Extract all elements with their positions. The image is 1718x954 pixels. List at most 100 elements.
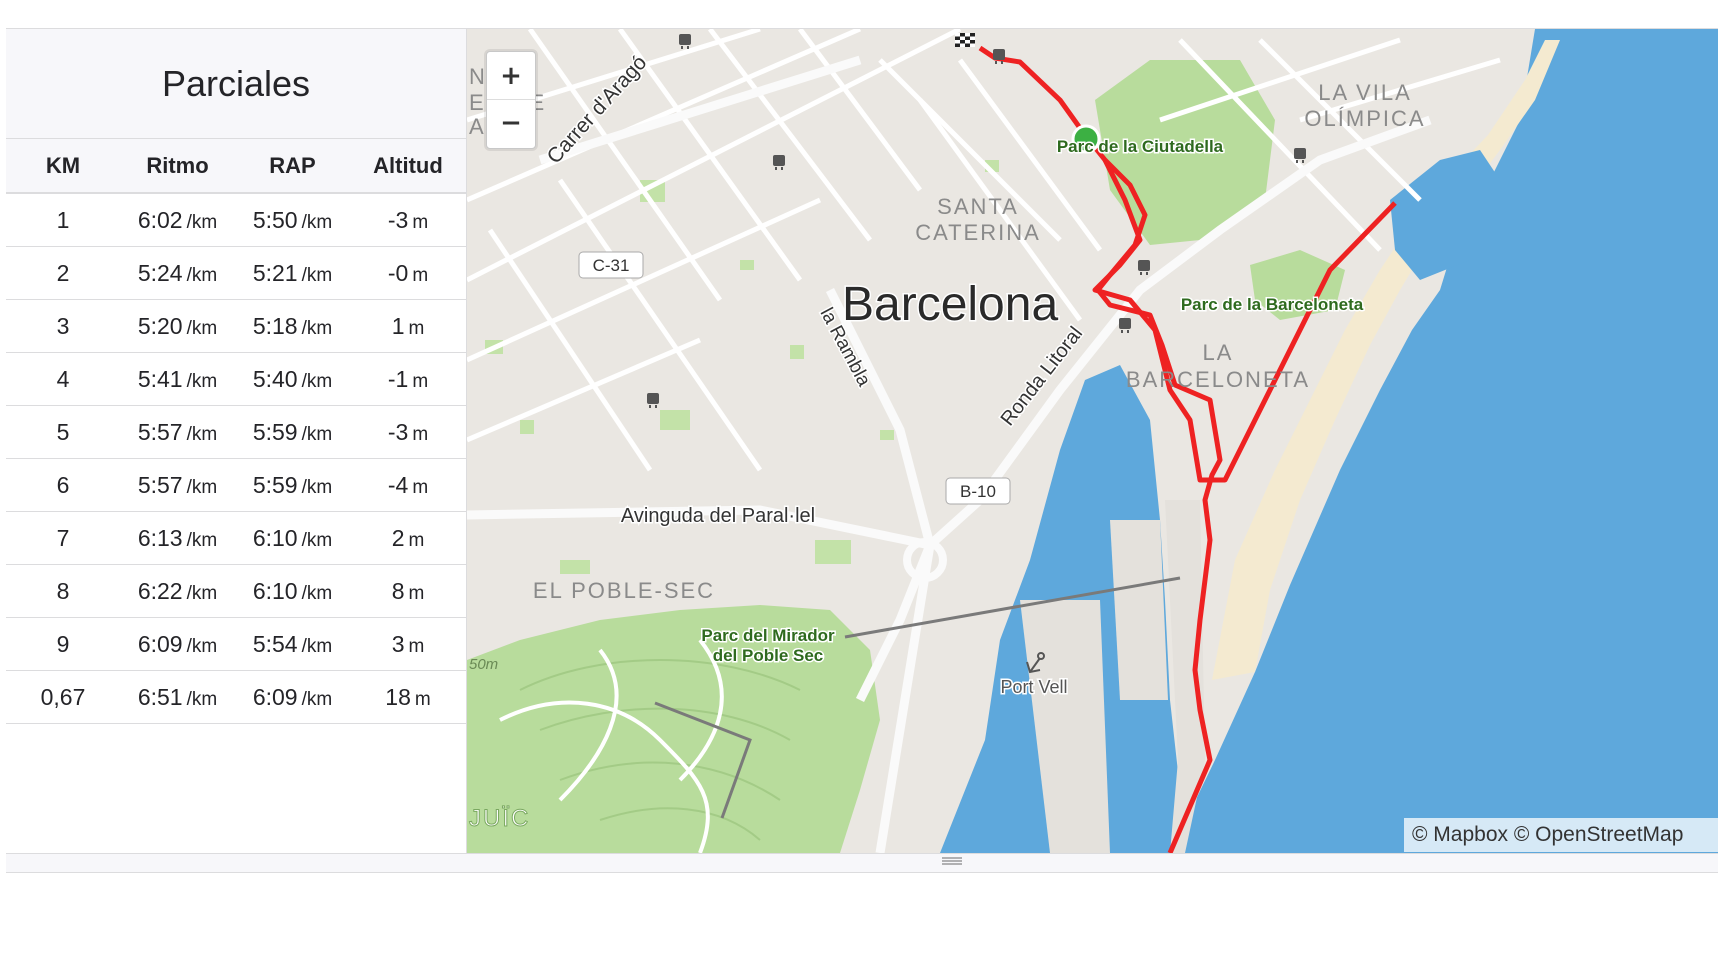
- split-gap-unit: /km: [301, 529, 333, 551]
- split-pace-unit: /km: [186, 635, 218, 657]
- split-km: 4: [6, 352, 120, 406]
- split-elevation-value: 2: [391, 524, 405, 551]
- split-pace-value: 5:41: [137, 365, 183, 392]
- split-gap-unit: /km: [301, 635, 333, 657]
- split-km-value: 2: [56, 259, 70, 286]
- split-gap: 6:10/km: [235, 511, 350, 565]
- split-pace-value: 5:57: [137, 418, 183, 445]
- splits-title: Parciales: [161, 62, 311, 104]
- split-elevation-unit: m: [412, 370, 429, 392]
- split-elevation-value: 18: [385, 683, 411, 710]
- resize-grip-icon[interactable]: [942, 856, 962, 866]
- split-pace: 6:09/km: [120, 617, 235, 671]
- split-pace-unit: /km: [186, 688, 218, 710]
- split-km-value: 5: [56, 418, 70, 445]
- split-elevation-unit: m: [408, 317, 425, 339]
- split-row: 9 6:09/km 5:54/km 3 m: [6, 617, 466, 671]
- split-pace-unit: /km: [186, 582, 218, 604]
- splits-header-row: KM Ritmo RAP Altitud: [6, 139, 466, 194]
- split-pace: 6:22/km: [120, 564, 235, 618]
- port-pier-2: [1110, 520, 1168, 700]
- split-pace-unit: /km: [186, 529, 218, 551]
- split-pace: 5:20/km: [120, 299, 235, 353]
- split-km: 9: [6, 617, 120, 671]
- split-elevation-unit: m: [412, 264, 429, 286]
- split-km: 6: [6, 458, 120, 512]
- split-pace: 5:57/km: [120, 458, 235, 512]
- splits-header: Parciales: [6, 29, 466, 139]
- map-canvas: C-31 B-10 Barcelona SANTA CATERINA LA VI…: [467, 29, 1718, 853]
- split-elevation: -1 m: [350, 352, 466, 406]
- split-pace: 5:57/km: [120, 405, 235, 459]
- split-gap-value: 5:59: [252, 418, 298, 445]
- split-elevation-value: -1: [387, 365, 409, 392]
- split-row: 6 5:57/km 5:59/km -4 m: [6, 458, 466, 512]
- split-gap: 5:40/km: [235, 352, 350, 406]
- split-elevation-unit: m: [414, 688, 431, 710]
- street-label-avinguda-parallel: Avinguda del Paral·lel: [621, 505, 815, 527]
- split-pace-value: 6:22: [137, 577, 183, 604]
- split-km-value: 8: [56, 577, 70, 604]
- split-pace: 5:24/km: [120, 246, 235, 300]
- split-pace-value: 6:09: [137, 630, 183, 657]
- zoom-in-button[interactable]: +: [487, 52, 535, 99]
- split-gap: 5:59/km: [235, 405, 350, 459]
- split-elevation: -0 m: [350, 246, 466, 300]
- split-gap-unit: /km: [301, 476, 333, 498]
- split-pace: 6:13/km: [120, 511, 235, 565]
- split-gap-unit: /km: [301, 423, 333, 445]
- split-elevation-unit: m: [412, 211, 429, 233]
- split-row: 1 6:02/km 5:50/km -3 m: [6, 193, 466, 247]
- split-gap-unit: /km: [301, 688, 333, 710]
- split-km-value: 7: [56, 524, 70, 551]
- split-elevation-unit: m: [408, 529, 425, 551]
- city-label: Barcelona: [842, 278, 1058, 331]
- split-pace-value: 6:02: [137, 206, 183, 233]
- split-row: 7 6:13/km 6:10/km 2 m: [6, 511, 466, 565]
- split-pace-value: 5:24: [137, 259, 183, 286]
- split-gap: 6:10/km: [235, 564, 350, 618]
- split-elevation: 1m: [350, 299, 466, 353]
- resize-strip[interactable]: [6, 853, 1718, 872]
- road-label-b10: B-10: [960, 482, 996, 501]
- split-elevation: 18 m: [350, 670, 466, 724]
- split-gap-value: 6:09: [252, 683, 298, 710]
- split-gap-value: 5:21: [252, 259, 298, 286]
- district-label-santa-caterina-2: CATERINA: [915, 220, 1041, 245]
- splits-panel: Parciales KM Ritmo RAP Altitud 1 6:02/km 5…: [6, 29, 467, 855]
- split-gap: 5:21/km: [235, 246, 350, 300]
- split-km-value: 4: [56, 365, 70, 392]
- column-header-gap: RAP: [235, 139, 350, 194]
- split-gap: 5:18/km: [235, 299, 350, 353]
- split-gap-value: 6:10: [252, 524, 298, 551]
- park-label-mirador-2: del Poble Sec: [713, 646, 824, 665]
- split-km-value: 9: [56, 630, 70, 657]
- split-gap-unit: /km: [301, 582, 333, 604]
- park-label-mirador: Parc del Mirador: [701, 626, 835, 645]
- split-gap: 5:54/km: [235, 617, 350, 671]
- split-km-value: 6: [56, 471, 70, 498]
- split-gap-value: 5:40: [252, 365, 298, 392]
- split-elevation-value: 8: [391, 577, 405, 604]
- park-label-ciutadella: Parc de la Ciutadella: [1057, 137, 1224, 156]
- zoom-out-button[interactable]: −: [487, 99, 535, 146]
- split-pace-value: 5:57: [137, 471, 183, 498]
- map-attribution[interactable]: © Mapbox © OpenStreetMap: [1404, 818, 1718, 852]
- district-label-barceloneta: LA: [1203, 340, 1234, 365]
- split-km: 8: [6, 564, 120, 618]
- road-label-c31: C-31: [593, 256, 630, 275]
- split-elevation-value: -3: [387, 418, 409, 445]
- column-header-km: KM: [6, 139, 120, 194]
- split-pace-unit: /km: [186, 423, 218, 445]
- split-km: 3: [6, 299, 120, 353]
- split-km: 1: [6, 193, 120, 247]
- split-km-value: 3: [56, 312, 70, 339]
- split-elevation-value: 3: [391, 630, 405, 657]
- split-gap-unit: /km: [301, 317, 333, 339]
- split-elevation-value: -0: [387, 259, 409, 286]
- route-map[interactable]: C-31 B-10 Barcelona SANTA CATERINA LA VI…: [467, 29, 1718, 853]
- finish-flag-icon: [955, 33, 975, 47]
- split-gap-unit: /km: [301, 370, 333, 392]
- split-elevation: -3 m: [350, 405, 466, 459]
- split-km-value: 0,67: [40, 683, 86, 710]
